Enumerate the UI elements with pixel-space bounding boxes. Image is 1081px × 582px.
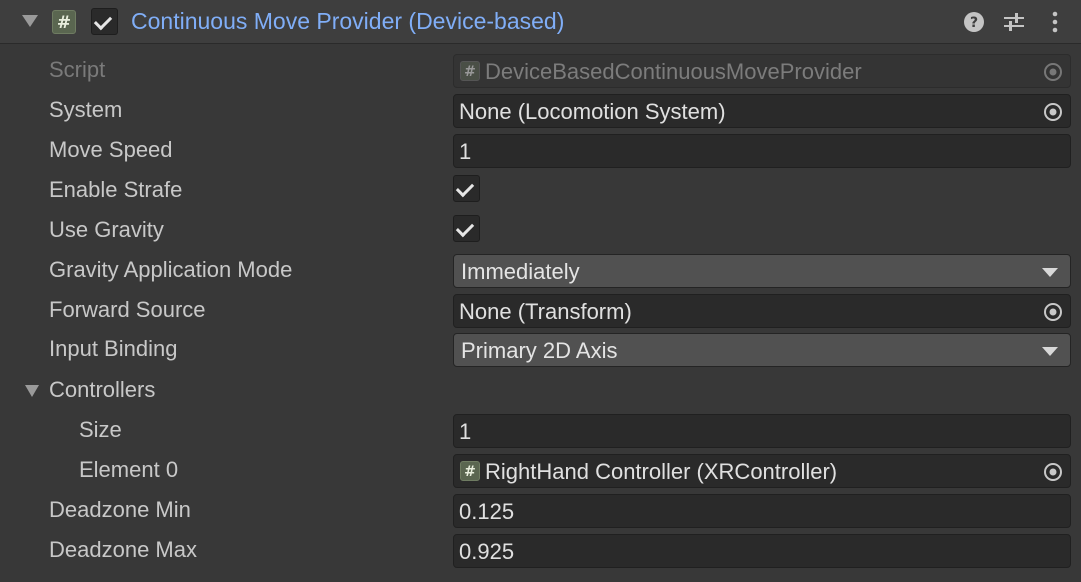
foldout-arrow-icon[interactable] bbox=[25, 385, 39, 397]
enable-strafe-label: Enable Strafe bbox=[49, 177, 183, 202]
component-enabled-checkbox[interactable] bbox=[91, 8, 118, 35]
input-binding-label: Input Binding bbox=[49, 336, 178, 361]
deadzone-min-value: 0.125 bbox=[459, 499, 515, 524]
checkmark-icon bbox=[455, 218, 475, 238]
size-label: Size bbox=[79, 417, 122, 442]
forward-source-value: None (Transform) bbox=[459, 299, 632, 324]
component-title[interactable]: Continuous Move Provider (Device-based) bbox=[131, 8, 564, 35]
script-icon: # bbox=[460, 461, 480, 481]
component-header: # Continuous Move Provider (Device-based… bbox=[0, 0, 1081, 44]
input-binding-dropdown[interactable]: Primary 2D Axis bbox=[453, 333, 1071, 367]
gravity-mode-label: Gravity Application Mode bbox=[49, 257, 293, 282]
enable-strafe-checkbox[interactable] bbox=[453, 175, 480, 202]
dropdown-arrow-icon bbox=[1042, 347, 1058, 356]
enable-strafe-row: Enable Strafe bbox=[0, 171, 1081, 211]
object-picker-icon[interactable] bbox=[1042, 101, 1064, 123]
script-value: DeviceBasedContinuousMoveProvider bbox=[485, 59, 862, 84]
controllers-size-row: Size 1 bbox=[0, 411, 1081, 451]
deadzone-max-row: Deadzone Max 0.925 bbox=[0, 531, 1081, 571]
deadzone-max-label: Deadzone Max bbox=[49, 537, 197, 562]
move-speed-label: Move Speed bbox=[49, 137, 173, 162]
forward-source-label: Forward Source bbox=[49, 297, 206, 322]
use-gravity-row: Use Gravity bbox=[0, 211, 1081, 251]
checkmark-icon bbox=[93, 11, 113, 31]
gravity-mode-value: Immediately bbox=[461, 259, 580, 284]
input-binding-row: Input Binding Primary 2D Axis bbox=[0, 330, 1081, 370]
checkmark-icon bbox=[455, 178, 475, 198]
gravity-mode-row: Gravity Application Mode Immediately bbox=[0, 251, 1081, 291]
system-row: System None (Locomotion System) bbox=[0, 91, 1081, 131]
use-gravity-label: Use Gravity bbox=[49, 217, 164, 242]
script-field: # DeviceBasedContinuousMoveProvider bbox=[453, 54, 1071, 88]
forward-source-field[interactable]: None (Transform) bbox=[453, 294, 1071, 328]
object-picker-icon[interactable] bbox=[1042, 461, 1064, 483]
size-value: 1 bbox=[459, 419, 472, 444]
system-value: None (Locomotion System) bbox=[459, 99, 726, 124]
element-label: Element 0 bbox=[79, 457, 179, 482]
script-label: Script bbox=[49, 57, 106, 82]
script-icon: # bbox=[460, 61, 480, 81]
foldout-arrow-icon[interactable] bbox=[22, 15, 38, 27]
element-field[interactable]: # RightHand Controller (XRController) bbox=[453, 454, 1071, 488]
deadzone-min-row: Deadzone Min 0.125 bbox=[0, 491, 1081, 531]
system-label: System bbox=[49, 97, 123, 122]
presets-icon[interactable] bbox=[1002, 10, 1026, 34]
help-icon[interactable]: ? bbox=[962, 10, 986, 34]
object-picker-icon[interactable] bbox=[1042, 301, 1064, 323]
deadzone-min-field[interactable]: 0.125 bbox=[453, 494, 1071, 528]
script-row: Script # DeviceBasedContinuousMoveProvid… bbox=[0, 51, 1081, 91]
deadzone-min-label: Deadzone Min bbox=[49, 497, 191, 522]
element-value: RightHand Controller (XRController) bbox=[485, 459, 838, 484]
forward-source-row: Forward Source None (Transform) bbox=[0, 291, 1081, 331]
deadzone-max-value: 0.925 bbox=[459, 539, 515, 564]
gravity-mode-dropdown[interactable]: Immediately bbox=[453, 254, 1071, 288]
use-gravity-checkbox[interactable] bbox=[453, 215, 480, 242]
controllers-row[interactable]: Controllers bbox=[0, 371, 1081, 411]
size-field[interactable]: 1 bbox=[453, 414, 1071, 448]
move-speed-row: Move Speed 1 bbox=[0, 131, 1081, 171]
context-menu-icon[interactable] bbox=[1043, 10, 1067, 34]
deadzone-max-field[interactable]: 0.925 bbox=[453, 534, 1071, 568]
move-speed-value: 1 bbox=[459, 139, 472, 164]
controllers-element-row: Element 0 # RightHand Controller (XRCont… bbox=[0, 451, 1081, 491]
script-icon: # bbox=[52, 10, 76, 34]
move-speed-field[interactable]: 1 bbox=[453, 134, 1071, 168]
input-binding-value: Primary 2D Axis bbox=[461, 338, 618, 363]
object-picker-icon bbox=[1044, 63, 1062, 81]
svg-text:?: ? bbox=[970, 15, 978, 31]
dropdown-arrow-icon bbox=[1042, 268, 1058, 277]
controllers-label[interactable]: Controllers bbox=[49, 377, 155, 403]
system-field[interactable]: None (Locomotion System) bbox=[453, 94, 1071, 128]
